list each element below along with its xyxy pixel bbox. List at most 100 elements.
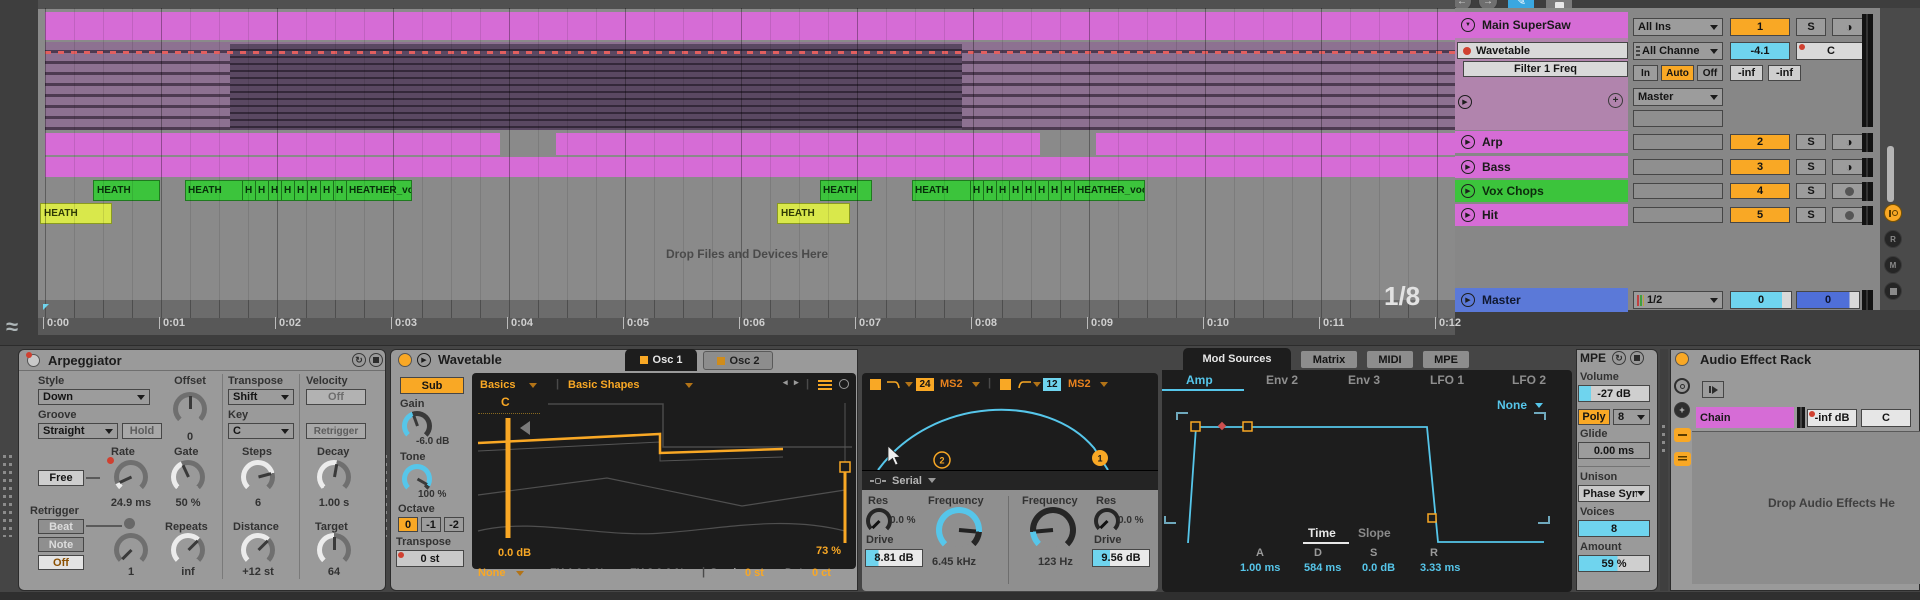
solo-button[interactable]: S — [1796, 207, 1826, 223]
tab-osc-1[interactable]: Osc 1 — [625, 349, 697, 371]
octave-0-button[interactable]: 0 — [398, 517, 418, 532]
arm-button[interactable]: ◑ — [1832, 134, 1866, 150]
octave-minus2-button[interactable]: -2 — [444, 517, 464, 532]
filter1-circuit-caret[interactable] — [972, 382, 980, 387]
octave-minus1-button[interactable]: -1 — [421, 517, 441, 532]
gate-value[interactable]: 50 % — [158, 497, 218, 509]
track-play-icon[interactable]: ▶ — [1461, 208, 1475, 222]
det-value[interactable]: 0 ct — [812, 567, 831, 579]
clip-arp-2[interactable] — [556, 133, 1040, 155]
velocity-retrigger-button[interactable]: Retrigger — [306, 423, 366, 439]
drive2-field[interactable]: 9.56 dB — [1092, 549, 1150, 567]
rate-knob[interactable] — [114, 460, 148, 494]
chain-volume-field[interactable]: -inf dB — [1807, 409, 1857, 427]
decay-value[interactable]: 1.00 s — [304, 497, 364, 509]
vox-clip-segment[interactable]: H — [1036, 181, 1049, 200]
rack-play-chain-button[interactable] — [1702, 381, 1724, 398]
automation-box[interactable] — [1633, 159, 1723, 175]
freq2-value[interactable]: 123 Hz — [1038, 556, 1073, 568]
vox-clip-segment[interactable]: H — [997, 181, 1010, 200]
track-title-arp[interactable]: ▶ Arp — [1455, 131, 1628, 153]
arm-button[interactable]: ◑ — [1832, 159, 1866, 175]
tab-mpe[interactable]: MPE — [1422, 350, 1470, 369]
save-preset-icon[interactable] — [369, 353, 383, 367]
retrigger-note-button[interactable]: Note — [38, 537, 84, 552]
vox-clip-segment[interactable]: H — [1010, 181, 1023, 200]
res2-value[interactable]: 0.0 % — [1118, 515, 1144, 526]
tab-osc-2[interactable]: Osc 2 — [703, 351, 773, 370]
monitor-off-button[interactable]: Off — [1697, 65, 1723, 81]
sub-button[interactable]: Sub — [400, 377, 464, 394]
save-preset-icon[interactable] — [1630, 351, 1644, 365]
filter2-type-caret[interactable] — [1033, 382, 1041, 387]
send-b-field[interactable]: -inf — [1768, 65, 1801, 81]
monitor-auto-button[interactable]: Auto — [1661, 65, 1694, 81]
add-automation-lane-icon[interactable]: + — [1608, 93, 1623, 108]
cue-out-dropdown[interactable]: 1/2 — [1633, 291, 1723, 309]
master-volume-field[interactable]: 0 — [1796, 291, 1860, 309]
filter-routing-bar[interactable]: Serial — [862, 470, 1158, 490]
transpose-dropdown[interactable]: Shift — [228, 389, 294, 405]
sustain-value[interactable]: 0.0 dB — [1362, 562, 1395, 574]
return-tracks-icon[interactable]: R — [1884, 230, 1902, 248]
vox-clip-segment[interactable]: HEATHER_voc — [1075, 181, 1144, 200]
rack-macro-icon[interactable]: + — [1674, 402, 1690, 418]
tab-matrix[interactable]: Matrix — [1300, 350, 1358, 369]
drive1-field[interactable]: 8.81 dB — [865, 549, 923, 567]
subtab-amp[interactable]: Amp — [1186, 373, 1213, 387]
chain-row[interactable]: Chain — [1696, 407, 1794, 428]
subtab-env3[interactable]: Env 3 — [1348, 373, 1380, 387]
chain-pan-field[interactable]: C — [1861, 409, 1911, 427]
mixer-section-icon[interactable]: M — [1884, 256, 1902, 274]
output-channel-box[interactable] — [1633, 110, 1723, 127]
vertical-scrollbar[interactable] — [1887, 146, 1894, 202]
vox-clip-segment[interactable]: H — [243, 181, 256, 200]
arm-button[interactable] — [1832, 207, 1866, 223]
clip-hit-2[interactable]: HEATH — [777, 203, 850, 224]
vox-clip-segment[interactable]: HEATHER_voc — [347, 181, 411, 200]
unison-mode-dropdown[interactable]: Phase Syn — [1578, 485, 1650, 502]
wt-transpose-field[interactable]: 0 st — [396, 550, 464, 567]
arm-button[interactable] — [1832, 183, 1866, 199]
semi-value[interactable]: 0 st — [745, 567, 764, 579]
target-knob[interactable] — [317, 533, 351, 567]
steps-knob[interactable] — [241, 460, 275, 494]
track-title-main-supersaw[interactable]: ▼ Main SuperSaw — [1455, 12, 1628, 38]
rack-chainlist-icon[interactable] — [1674, 428, 1691, 442]
track-play-icon[interactable]: ▶ — [1461, 293, 1475, 307]
hot-swap-icon[interactable]: ↻ — [1612, 351, 1626, 365]
subtab-lfo2[interactable]: LFO 2 — [1512, 373, 1546, 387]
distance-knob[interactable] — [241, 533, 275, 567]
vox-clip-segment[interactable]: H — [295, 181, 308, 200]
track-play-icon[interactable]: ▶ — [1461, 135, 1475, 149]
vox-clip-segment[interactable]: H — [282, 181, 295, 200]
track-title-vox-chops[interactable]: ▶ Vox Chops — [1455, 180, 1628, 202]
adsr-envelope-svg[interactable] — [1162, 395, 1572, 545]
velocity-mode-button[interactable]: Off — [306, 389, 366, 405]
groove-dropdown[interactable]: Straight — [38, 423, 118, 439]
vox-clip-segment[interactable]: H — [1062, 181, 1075, 200]
vox-clip-segment[interactable]: H — [269, 181, 282, 200]
output-routing-dropdown[interactable]: Master — [1633, 88, 1723, 106]
preview-icon[interactable]: ▶ — [417, 353, 431, 367]
vox-clip-segment[interactable]: H — [1049, 181, 1062, 200]
clip-vox-group-1[interactable]: HEATH H H H H H H H H HEATHER_voc — [185, 180, 412, 201]
retrigger-beat-button[interactable]: Beat — [38, 519, 84, 534]
attack-value[interactable]: 1.00 ms — [1240, 562, 1280, 574]
track-number-badge[interactable]: 3 — [1730, 159, 1790, 175]
style-dropdown[interactable]: Down — [38, 389, 150, 405]
solo-button[interactable]: S — [1796, 134, 1826, 150]
automation-box[interactable] — [1633, 207, 1723, 223]
res2-knob[interactable] — [1094, 508, 1120, 534]
vox-clip-segment[interactable]: H — [1023, 181, 1036, 200]
input-channel-dropdown[interactable]: All Channe — [1633, 42, 1723, 60]
distance-value[interactable]: +12 st — [228, 566, 288, 578]
hold-button[interactable]: Hold — [122, 423, 162, 439]
arpeggiator-title-bar[interactable]: Arpeggiator — [19, 350, 385, 371]
device-splitter[interactable] — [1660, 349, 1668, 591]
clip-vox-1[interactable]: HEATH — [93, 180, 160, 201]
track-number-badge[interactable]: 2 — [1730, 134, 1790, 150]
device-on-led[interactable] — [398, 353, 412, 367]
fx2-value[interactable]: FX 2 0.0 % — [630, 567, 684, 579]
osc-position-value[interactable]: 73 % — [816, 545, 841, 557]
